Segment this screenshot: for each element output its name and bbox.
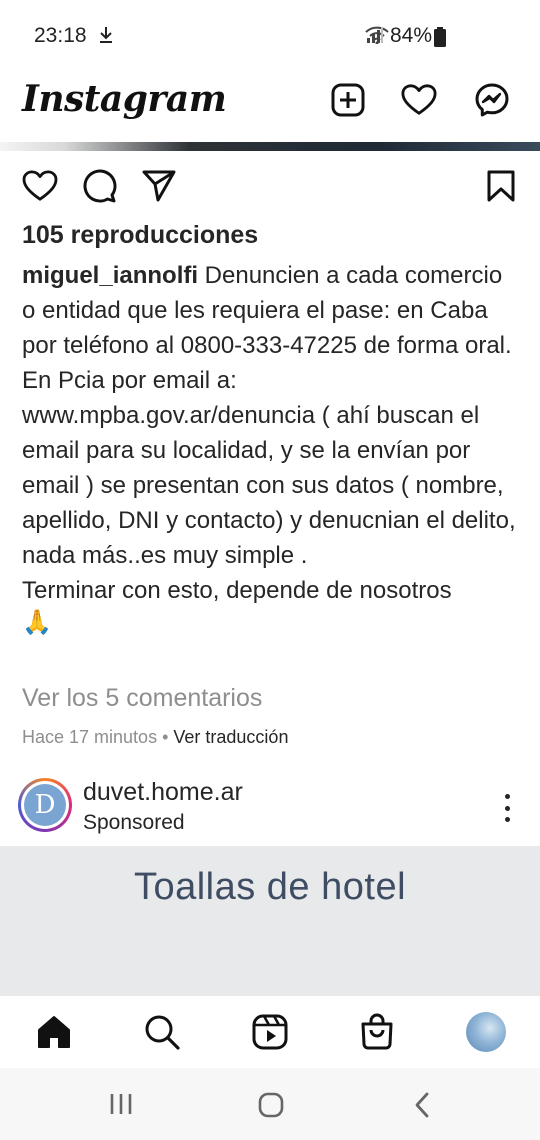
caption-text-2: Terminar con esto, depende de nosotros [22,577,452,604]
post-time: Hace 17 minutos [22,727,158,747]
profile-avatar[interactable] [466,1012,506,1052]
instagram-logo[interactable]: Instagram [22,78,227,120]
media-bottom-edge [0,142,540,151]
battery-icon [434,27,446,52]
back-button[interactable] [412,1092,432,1118]
pray-emoji: 🙏 [22,609,52,636]
sponsored-label: Sponsored [83,811,185,834]
system-navigation [0,1068,540,1140]
home-button[interactable] [258,1092,284,1118]
caption-username[interactable]: miguel_iannolfi [22,262,198,289]
battery-percent: 84% [390,24,433,47]
share-icon[interactable] [139,166,179,206]
post-actions [0,166,540,208]
signal-icon [366,26,384,49]
caption-text: Denuncien a cada comercio o entidad que … [22,262,516,569]
status-time: 23:18 [34,24,87,47]
home-icon[interactable] [34,1012,74,1052]
app-header: Instagram [0,70,540,142]
translate-link[interactable]: Ver traducción [173,727,288,747]
recents-button[interactable] [108,1092,134,1116]
sponsor-avatar-letter: D [24,784,66,826]
post-meta: Hace 17 minutos • Ver traducción [22,727,288,748]
status-bar: 23:18 84% [0,0,540,70]
search-icon[interactable] [142,1012,182,1052]
bottom-navigation [0,996,540,1068]
shop-icon[interactable] [357,1012,397,1052]
more-options-icon[interactable] [495,790,519,826]
download-icon [98,26,114,49]
new-post-icon[interactable] [330,82,366,118]
sponsor-avatar[interactable]: D [18,778,72,832]
save-icon[interactable] [481,166,521,206]
heart-icon[interactable] [401,82,437,118]
messenger-icon[interactable] [474,82,510,118]
reels-icon[interactable] [250,1012,290,1052]
meta-separator: • [157,727,174,747]
post-caption: miguel_iannolfi Denuncien a cada comerci… [22,258,522,638]
comment-icon[interactable] [79,166,119,206]
view-comments-link[interactable]: Ver los 5 comentarios [22,684,262,713]
sponsor-account-name[interactable]: duvet.home.ar [83,778,243,807]
like-icon[interactable] [20,166,60,206]
ad-headline: Toallas de hotel [133,866,407,908]
views-count[interactable]: 105 reproducciones [22,221,258,250]
